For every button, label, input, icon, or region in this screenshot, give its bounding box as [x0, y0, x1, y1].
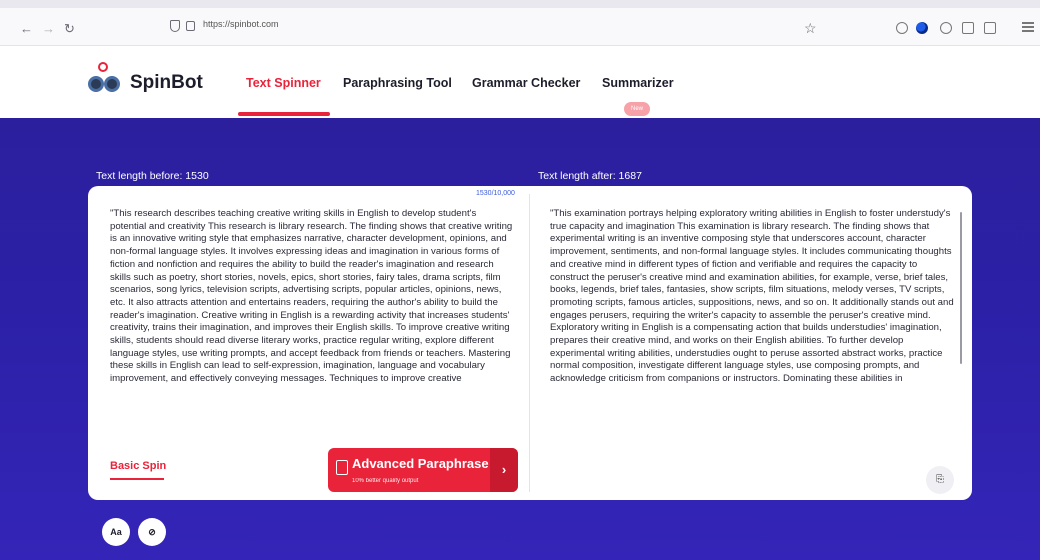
advanced-paraphrase-button[interactable]: Advanced Paraphrase 10% better quality o…: [328, 448, 518, 492]
pane-divider: [529, 194, 530, 492]
url-text[interactable]: https://spinbot.com: [203, 19, 279, 29]
document-icon: [336, 460, 348, 475]
url-bar[interactable]: https://spinbot.com: [160, 16, 860, 42]
spinbot-logo[interactable]: [88, 62, 124, 98]
new-badge: New: [624, 102, 650, 116]
tab-strip: [0, 0, 1040, 8]
main-section: Text length before: 1530 Text length aft…: [0, 118, 1040, 560]
menu-icon[interactable]: [1022, 22, 1034, 32]
brand-name[interactable]: SpinBot: [130, 72, 203, 94]
back-icon[interactable]: ←: [20, 22, 33, 36]
logo-antenna-icon: [98, 62, 108, 72]
advanced-paraphrase-subtitle: 10% better quality output: [352, 478, 419, 484]
tracking-shield-icon[interactable]: [170, 20, 180, 32]
firefox-account-icon[interactable]: [916, 22, 928, 34]
logo-eye-left-icon: [88, 76, 104, 92]
nav-paraphrasing-tool[interactable]: Paraphrasing Tool: [343, 76, 452, 90]
advanced-paraphrase-label: Advanced Paraphrase: [352, 456, 489, 471]
basic-spin-button[interactable]: Basic Spin: [110, 460, 166, 472]
font-size-button[interactable]: Aa: [102, 518, 130, 546]
text-length-after: Text length after: 1687: [538, 170, 642, 182]
extensions-puzzle-icon[interactable]: [984, 22, 996, 34]
output-textarea[interactable]: "This examination portrays helping explo…: [550, 208, 954, 438]
pocket-icon[interactable]: [896, 22, 908, 34]
text-length-before: Text length before: 1530: [96, 170, 209, 182]
active-nav-indicator: [238, 112, 330, 116]
reload-icon[interactable]: ↻: [64, 22, 75, 36]
nav-summarizer[interactable]: Summarizer: [602, 76, 674, 90]
site-header: SpinBot Text Spinner Paraphrasing Tool G…: [0, 46, 1040, 118]
nav-text-spinner[interactable]: Text Spinner: [246, 76, 321, 90]
copy-icon[interactable]: ⎘: [926, 466, 954, 494]
basic-spin-underline: [110, 478, 164, 480]
output-scrollbar[interactable]: [960, 212, 962, 364]
browser-toolbar: ← → ↻ https://spinbot.com ☆: [0, 0, 1040, 46]
forward-icon[interactable]: →: [42, 22, 55, 36]
clear-icon[interactable]: ⊘: [138, 518, 166, 546]
spinner-card: 1530/10,000 "This research describes tea…: [88, 186, 972, 500]
logo-eye-right-icon: [104, 76, 120, 92]
chevron-right-icon[interactable]: ›: [490, 448, 518, 492]
input-textarea[interactable]: "This research describes teaching creati…: [110, 208, 514, 438]
share-icon[interactable]: [962, 22, 974, 34]
lock-icon[interactable]: [186, 21, 195, 31]
char-counter: 1530/10,000: [476, 190, 515, 197]
bookmark-star-icon[interactable]: ☆: [804, 20, 817, 37]
extension-icon[interactable]: [940, 22, 952, 34]
nav-grammar-checker[interactable]: Grammar Checker: [472, 76, 580, 90]
